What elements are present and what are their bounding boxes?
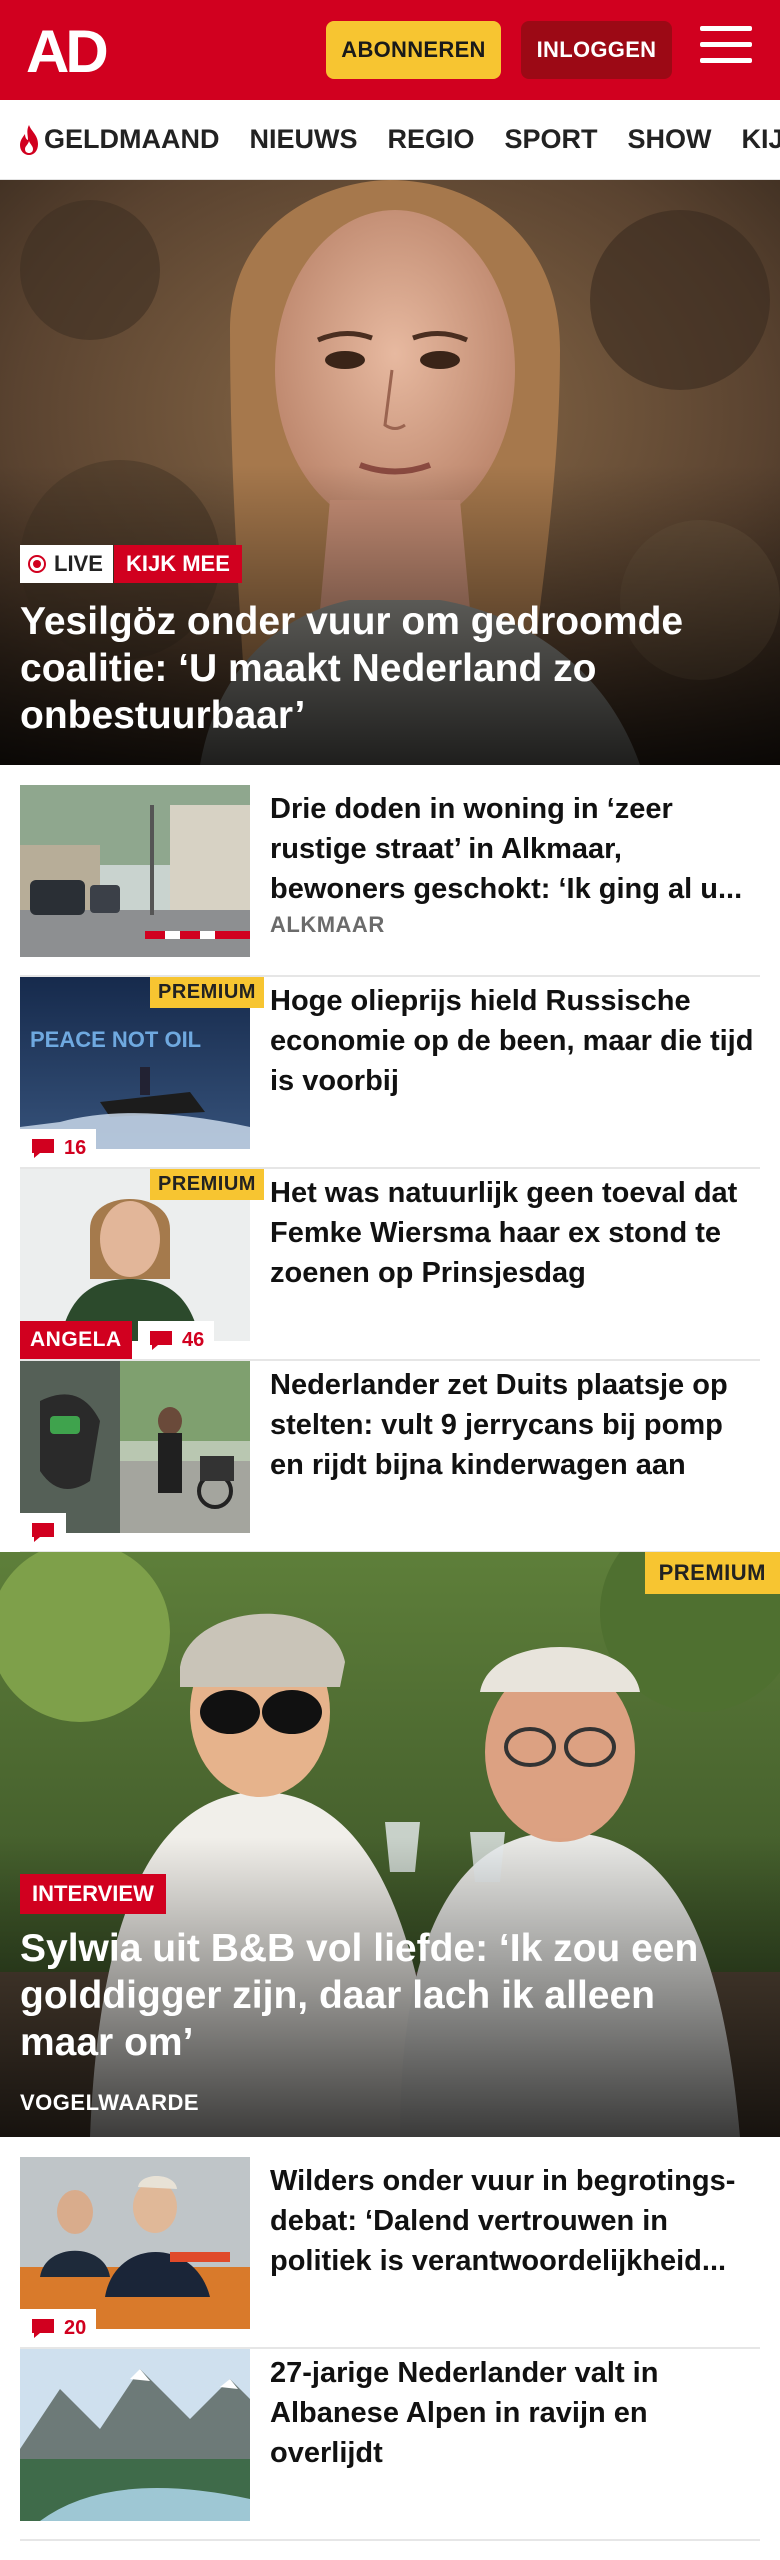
author-label[interactable]: ANGELA	[20, 1321, 132, 1359]
list-item[interactable]: 20 Wilders onder vuur in begrotings-deba…	[20, 2157, 760, 2349]
article-title[interactable]: 27-jarige Nederlander valt in Albanese A…	[270, 2353, 760, 2473]
subscribe-button[interactable]: ABONNEREN	[326, 21, 501, 79]
article-title[interactable]: Nederlander zet Duits plaatsje op stelte…	[270, 1365, 760, 1485]
article-thumbnail	[20, 785, 250, 957]
nav-item-sport[interactable]: SPORT	[505, 124, 598, 155]
flame-icon	[20, 124, 38, 155]
list-item[interactable]: Drie doden in woning in ‘zeer rustige st…	[20, 785, 760, 977]
hero-title[interactable]: Yesilgöz onder vuur om gedroomde coaliti…	[20, 598, 750, 739]
comments-count[interactable]: 20	[20, 2309, 97, 2347]
comment-icon	[150, 1331, 172, 1350]
article-title[interactable]: Drie doden in woning in ‘zeer rustige st…	[270, 789, 760, 909]
live-dot-icon	[28, 555, 46, 573]
comment-icon	[32, 2319, 54, 2338]
nav-item-geldmaand[interactable]: GELDMAAND	[18, 124, 220, 156]
list-item[interactable]: 27-jarige Nederlander valt in Albanese A…	[20, 2349, 760, 2541]
article-title[interactable]: Het was natuurlijk geen toeval dat Femke…	[270, 1173, 760, 1293]
watch-badge[interactable]: KIJK MEE	[114, 545, 242, 583]
list-item[interactable]: PREMIUM ANGELA 46 Het was natuurlijk gee…	[20, 1169, 760, 1361]
nav-item-regio[interactable]: REGIO	[388, 124, 475, 155]
comments-count[interactable]: 46	[138, 1321, 215, 1359]
premium-badge: PREMIUM	[150, 977, 264, 1008]
feature-location: VOGELWAARDE	[20, 2090, 200, 2115]
comments-count[interactable]	[20, 1513, 66, 1551]
article-title[interactable]: Wilders onder vuur in begrotings-debat: …	[270, 2161, 760, 2281]
svg-text:AD: AD	[26, 20, 106, 80]
nav-item-nieuws[interactable]: NIEUWS	[250, 124, 358, 155]
article-thumbnail	[20, 1361, 250, 1533]
list-item[interactable]: Nederlander zet Duits plaatsje op stelte…	[20, 1361, 760, 1553]
hero-article[interactable]: LIVE KIJK MEE Yesilgöz onder vuur om ged…	[0, 180, 780, 765]
list-item[interactable]: PEACE NOT OIL PREMIUM 16 Hoge olieprijs …	[20, 977, 760, 1169]
premium-badge: PREMIUM	[150, 1169, 264, 1200]
article-thumbnail	[20, 2157, 250, 2329]
interview-badge: INTERVIEW	[20, 1874, 166, 1914]
nav-item-kijk[interactable]: KIJK	[742, 124, 780, 155]
section-nav: GELDMAAND NIEUWS REGIO SPORT SHOW KIJK	[0, 100, 780, 180]
feature-article[interactable]: PREMIUM INTERVIEW Sylwia uit B&B vol lie…	[0, 1552, 780, 2137]
comment-icon	[32, 1523, 54, 1542]
live-badge: LIVE	[20, 545, 113, 583]
premium-badge: PREMIUM	[644, 1552, 780, 1594]
ad-logo[interactable]: AD	[26, 20, 116, 80]
svg-text:PEACE NOT OIL: PEACE NOT OIL	[30, 1027, 201, 1052]
comment-icon	[32, 1139, 54, 1158]
article-title[interactable]: Hoge olieprijs hield Russische economie …	[270, 981, 760, 1101]
article-thumbnail	[20, 2349, 250, 2521]
top-bar: AD ABONNEREN INLOGGEN	[0, 0, 780, 100]
nav-item-show[interactable]: SHOW	[628, 124, 712, 155]
comments-count[interactable]: 16	[20, 1129, 97, 1167]
article-location: ALKMAAR	[270, 912, 385, 937]
login-button[interactable]: INLOGGEN	[521, 21, 672, 79]
menu-icon[interactable]	[700, 26, 752, 72]
feature-title[interactable]: Sylwia uit B&B vol liefde: ‘Ik zou een g…	[20, 1925, 750, 2066]
